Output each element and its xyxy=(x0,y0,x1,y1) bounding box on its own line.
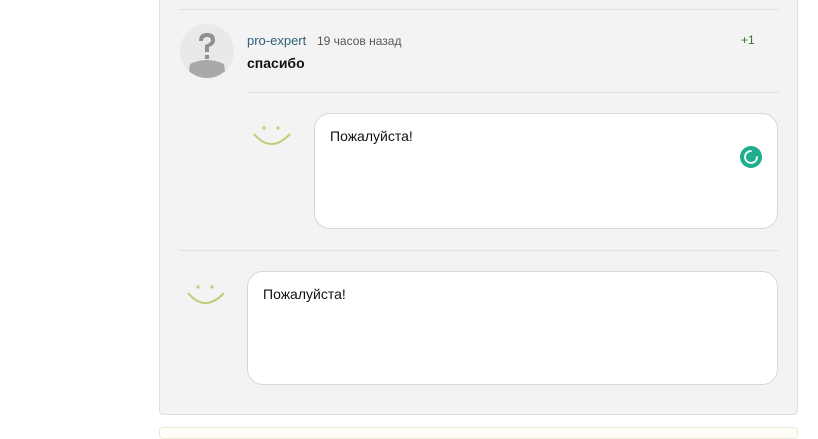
question-mark-avatar-icon[interactable] xyxy=(180,24,234,78)
comment-text: спасибо xyxy=(247,55,305,71)
divider xyxy=(179,250,779,251)
divider xyxy=(179,9,779,10)
smile-icon xyxy=(183,277,229,317)
smile-icon xyxy=(249,118,295,158)
comment-timestamp: 19 часов назад xyxy=(317,34,402,48)
divider xyxy=(247,92,779,93)
reply-textarea-main[interactable]: Пожалуйста! xyxy=(247,271,778,385)
loading-spinner-icon xyxy=(740,146,762,168)
next-block-edge xyxy=(159,427,798,439)
comment-author-link[interactable]: pro-expert xyxy=(247,33,306,48)
comment-rating[interactable]: +1 xyxy=(741,33,755,47)
reply-textarea-nested[interactable]: Пожалуйста! xyxy=(314,113,778,229)
